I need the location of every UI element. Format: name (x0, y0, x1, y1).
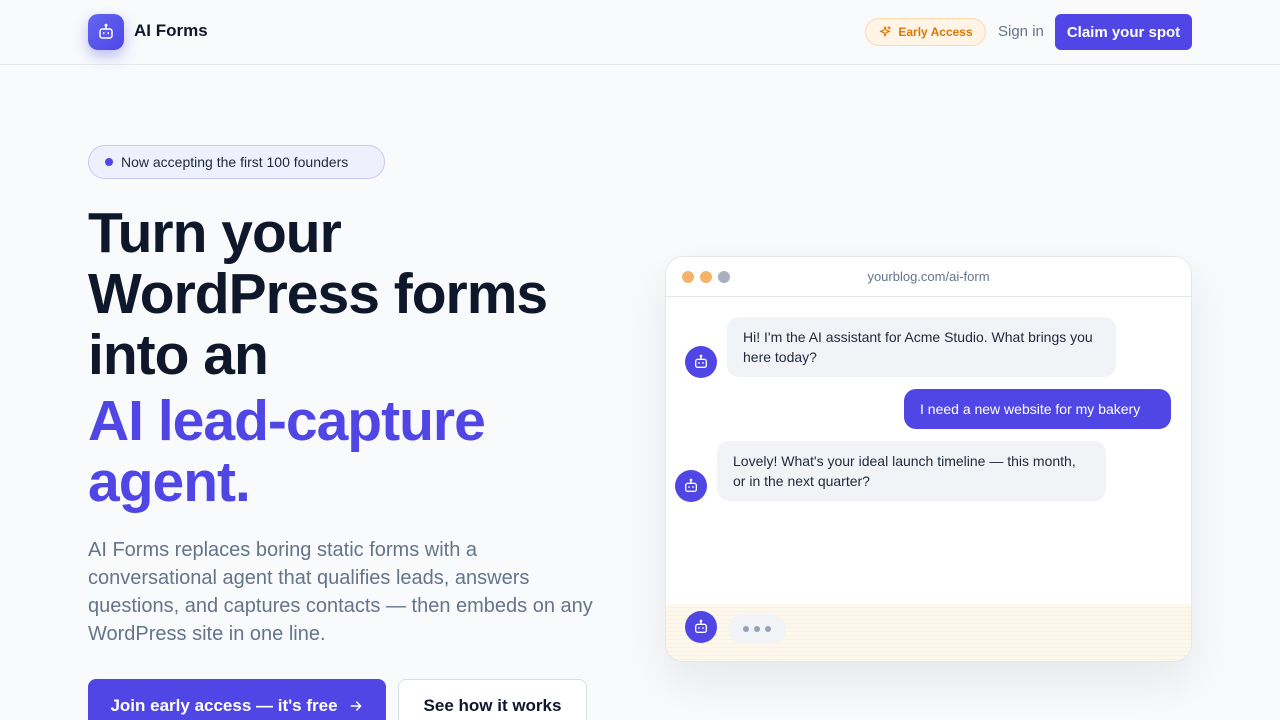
headline-line: WordPress forms (88, 262, 548, 326)
robot-icon (99, 23, 113, 39)
early-access-badge: Early Access (865, 18, 986, 46)
typing-dot (743, 626, 749, 632)
url-text: yourblog.com/ai-form (867, 269, 990, 284)
sparkle-icon (880, 26, 892, 37)
logo-badge[interactable] (88, 14, 124, 50)
sign-in-link[interactable]: Sign in (998, 23, 1044, 40)
headline-line: Turn your (88, 201, 342, 265)
founders-badge-label: Now accepting the first 100 founders (121, 154, 349, 170)
chat-preview-window: yourblog.com/ai-form Hi! I'm the AI assi… (665, 256, 1192, 662)
arrow-right-icon (350, 701, 361, 711)
chat-message-bot: Hi! I'm the AI assistant for Acme Studio… (727, 317, 1116, 377)
hero-description: AI Forms replaces boring static forms wi… (88, 539, 593, 645)
typing-dot (765, 626, 771, 632)
hero-headline-accent: AI lead-capture agent. (88, 391, 608, 513)
robot-icon (685, 478, 697, 492)
bot-avatar (675, 470, 707, 502)
claim-spot-button[interactable]: Claim your spot (1055, 14, 1192, 50)
founders-badge: Now accepting the first 100 founders (88, 145, 385, 179)
hero-headline: Turn your WordPress forms into an (88, 203, 608, 386)
early-access-label: Early Access (898, 25, 973, 39)
typing-indicator-row (666, 604, 1191, 661)
headline-line: into an (88, 323, 269, 387)
top-nav: AI Forms Early Access Sign in Claim your… (0, 0, 1280, 65)
robot-icon (695, 354, 707, 368)
bot-avatar (685, 346, 717, 378)
robot-icon (695, 619, 707, 633)
chat-message-user: I need a new website for my bakery (904, 389, 1171, 429)
typing-dot (754, 626, 760, 632)
see-how-it-works-button[interactable]: See how it works (398, 679, 587, 720)
bot-avatar (685, 611, 717, 643)
brand-name[interactable]: AI Forms (134, 21, 208, 41)
headline-accent-line: AI lead-capture (88, 389, 486, 453)
join-early-access-button[interactable]: Join early access — it's free (88, 679, 386, 720)
status-dot (105, 158, 113, 166)
browser-bar: yourblog.com/ai-form (666, 257, 1191, 297)
join-early-access-label: Join early access — it's free (110, 696, 338, 715)
chat-message-bot: Lovely! What's your ideal launch timelin… (717, 441, 1106, 501)
typing-indicator (728, 614, 786, 644)
headline-accent-line: agent. (88, 450, 251, 514)
